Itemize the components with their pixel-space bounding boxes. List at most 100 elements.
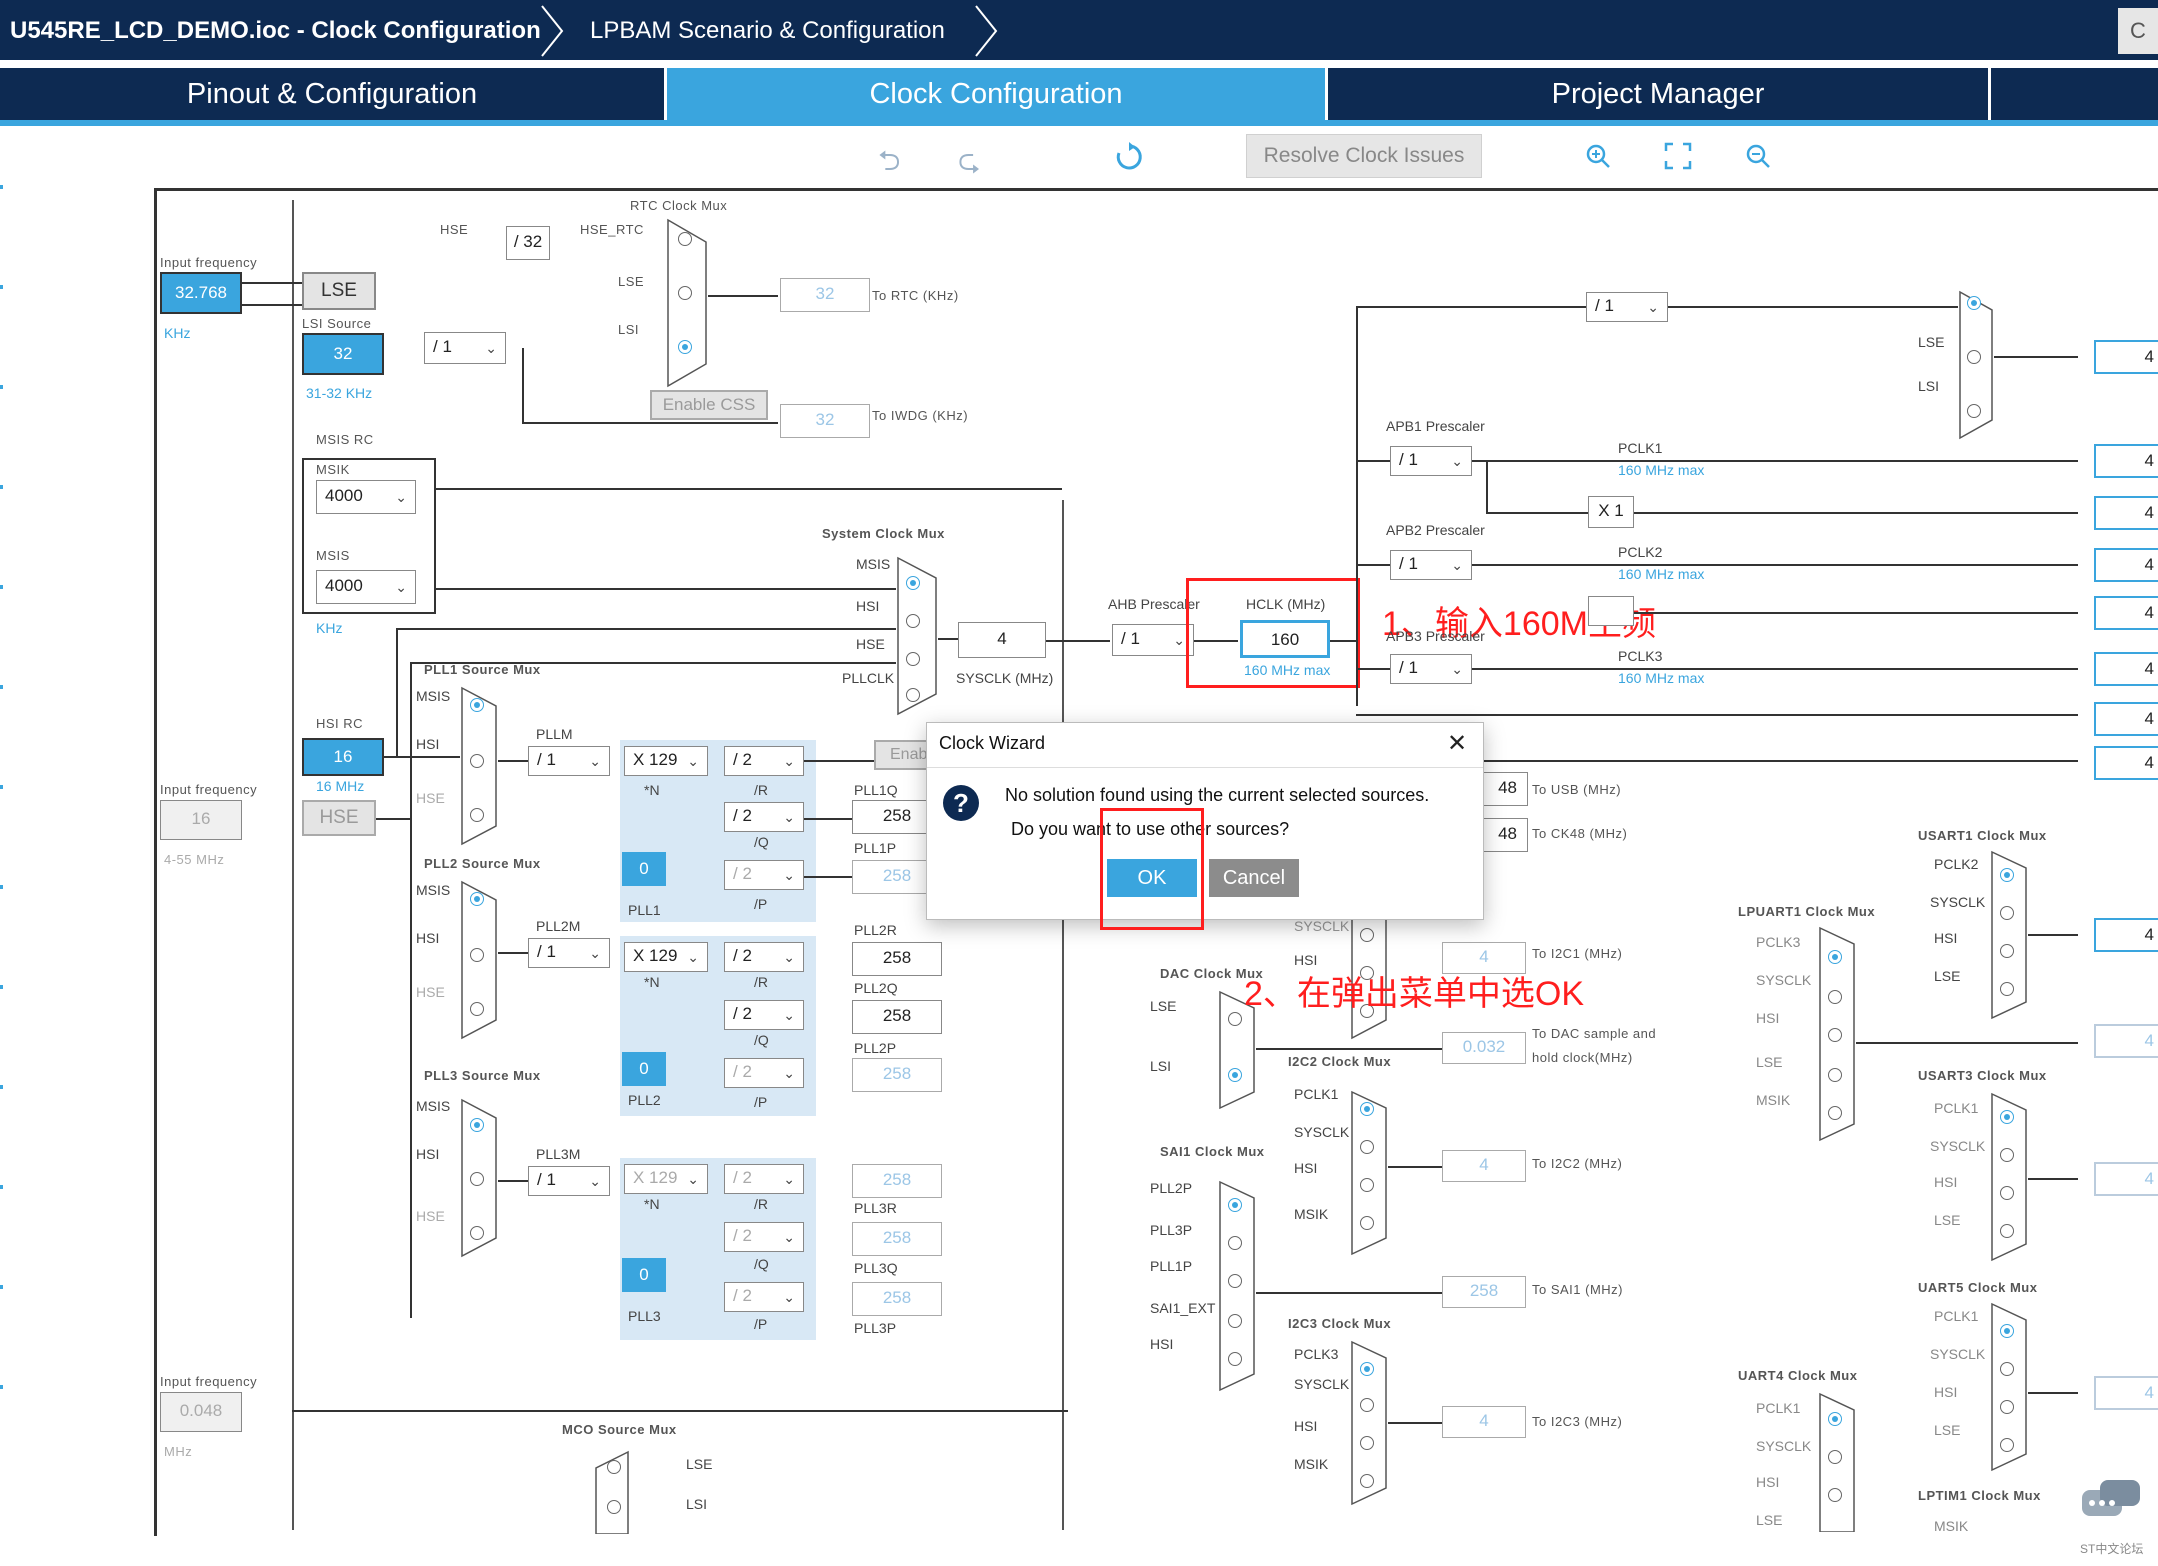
rtc-mux-option-hse[interactable]	[678, 232, 692, 246]
cancel-button[interactable]: Cancel	[1209, 859, 1299, 897]
i2c2-mux-option-sysclk[interactable]	[1360, 1140, 1374, 1154]
sai1-mux-option-pll1p[interactable]	[1228, 1274, 1242, 1288]
msis-select[interactable]: 4000 ⌄	[316, 570, 416, 604]
close-icon[interactable]: ✕	[1447, 729, 1467, 758]
pll3-mux-option-hsi[interactable]	[470, 1172, 484, 1186]
sai1-mux-option-hsi[interactable]	[1228, 1352, 1242, 1366]
sai1-mux-option-sai1-ext[interactable]	[1228, 1314, 1242, 1328]
tab-clock-configuration[interactable]: Clock Configuration	[667, 68, 1325, 120]
pll2-p-select[interactable]: / 2 ⌄	[724, 1058, 804, 1088]
tab-project-manager[interactable]: Project Manager	[1328, 68, 1988, 120]
enable-css-button[interactable]: Enable CSS	[650, 390, 768, 420]
pll1-fractional-input[interactable]: 0	[622, 852, 666, 886]
hse-button[interactable]: HSE	[302, 800, 376, 836]
mco-option-lsi[interactable]	[607, 1500, 621, 1514]
pll2m-select[interactable]: / 1 ⌄	[528, 938, 610, 968]
sysmux-option-pllclk[interactable]	[906, 688, 920, 702]
sysmux-option-hsi[interactable]	[906, 614, 920, 628]
zoom-out-icon[interactable]	[1744, 142, 1772, 170]
i2c1-mux-option-sysclk[interactable]	[1360, 928, 1374, 942]
lpuart1-mux-option-msik[interactable]	[1828, 1106, 1842, 1120]
rtc-mux-option-lse[interactable]	[678, 286, 692, 300]
breadcrumb-file[interactable]: U545RE_LCD_DEMO.ioc - Clock Configuratio…	[10, 8, 541, 54]
i2c2-mux-option-msik[interactable]	[1360, 1216, 1374, 1230]
redo-icon[interactable]: ⮎	[958, 140, 980, 188]
pll3-n-select[interactable]: X 129 ⌄	[624, 1164, 708, 1194]
uart5-mux-option-hsi[interactable]	[2000, 1400, 2014, 1414]
dac-mux-option-lse[interactable]	[1228, 1012, 1242, 1026]
uart5-mux-option-lse[interactable]	[2000, 1438, 2014, 1452]
pll3-mux-option-msis[interactable]	[470, 1118, 484, 1132]
top-divider-select[interactable]: / 1 ⌄	[1586, 292, 1668, 322]
refresh-icon[interactable]	[1114, 142, 1144, 172]
lse-frequency-input[interactable]: 32.768	[160, 272, 242, 314]
pll1-mux-option-msis[interactable]	[470, 698, 484, 712]
pll3-q-select[interactable]: / 2 ⌄	[724, 1222, 804, 1252]
usart3-mux-option-hsi[interactable]	[2000, 1186, 2014, 1200]
i2c3-mux-option-msik[interactable]	[1360, 1474, 1374, 1488]
hse-frequency-input[interactable]: 16	[160, 800, 242, 840]
pll2-n-select[interactable]: X 129 ⌄	[624, 942, 708, 972]
top-mux-option-lse[interactable]	[1967, 350, 1981, 364]
zoom-in-icon[interactable]	[1584, 142, 1612, 170]
i2c2-mux-option-pclk1[interactable]	[1360, 1102, 1374, 1116]
pll3-mux-option-hse[interactable]	[470, 1226, 484, 1240]
dac-mux-option-lsi[interactable]	[1228, 1068, 1242, 1082]
pll1-n-select[interactable]: X 129 ⌄	[624, 746, 708, 776]
rtc-mux-option-lsi[interactable]	[678, 340, 692, 354]
apb3-prescaler-select[interactable]: / 1 ⌄	[1390, 654, 1472, 684]
pll2-q-select[interactable]: / 2 ⌄	[724, 1000, 804, 1030]
pll1-mux-option-hsi[interactable]	[470, 754, 484, 768]
lpuart1-mux-option-hsi[interactable]	[1828, 1028, 1842, 1042]
ahb-prescaler-select[interactable]: / 1 ⌄	[1112, 624, 1194, 656]
lpuart1-mux-option-sysclk[interactable]	[1828, 990, 1842, 1004]
uart4-mux-option-sysclk[interactable]	[1828, 1450, 1842, 1464]
sysmux-option-msis[interactable]	[906, 576, 920, 590]
fit-icon[interactable]	[1664, 142, 1692, 170]
resolve-clock-issues-button[interactable]: Resolve Clock Issues	[1246, 134, 1482, 178]
sysmux-enable-stub[interactable]: Enab	[874, 740, 934, 770]
usart3-mux-option-sysclk[interactable]	[2000, 1148, 2014, 1162]
pll2-mux-option-msis[interactable]	[470, 892, 484, 906]
pll3-r-select[interactable]: / 2 ⌄	[724, 1164, 804, 1194]
i2c3-mux-option-sysclk[interactable]	[1360, 1398, 1374, 1412]
mco-option-lse[interactable]	[607, 1460, 621, 1474]
breadcrumb-right-stub[interactable]: C	[2118, 8, 2158, 54]
i2c3-mux-option-hsi[interactable]	[1360, 1436, 1374, 1450]
lpuart1-mux-option-pclk3[interactable]	[1828, 950, 1842, 964]
pll2-r-select[interactable]: / 2 ⌄	[724, 942, 804, 972]
pll3-p-select[interactable]: / 2 ⌄	[724, 1282, 804, 1312]
usart3-mux-option-lse[interactable]	[2000, 1224, 2014, 1238]
apb2-prescaler-select[interactable]: / 1 ⌄	[1390, 550, 1472, 580]
lpuart1-mux-option-lse[interactable]	[1828, 1068, 1842, 1082]
uart4-mux-option-pclk1[interactable]	[1828, 1412, 1842, 1426]
pll2-mux-option-hse[interactable]	[470, 1002, 484, 1016]
pll2-mux-option-hsi[interactable]	[470, 948, 484, 962]
uart5-mux-option-sysclk[interactable]	[2000, 1362, 2014, 1376]
sai1-mux-option-pll2p[interactable]	[1228, 1198, 1242, 1212]
tab-pinout-configuration[interactable]: Pinout & Configuration	[0, 68, 664, 120]
pll3-fractional-input[interactable]: 0	[622, 1258, 666, 1292]
i2c2-mux-option-hsi[interactable]	[1360, 1178, 1374, 1192]
usart3-mux-option-pclk1[interactable]	[2000, 1110, 2014, 1124]
pll1-mux-option-hse[interactable]	[470, 808, 484, 822]
apb1-prescaler-select[interactable]: / 1 ⌄	[1390, 446, 1472, 476]
pll3m-select[interactable]: / 1 ⌄	[528, 1166, 610, 1196]
uart5-mux-option-pclk1[interactable]	[2000, 1324, 2014, 1338]
lsi-divider-select[interactable]: / 1 ⌄	[424, 332, 506, 364]
lse-button[interactable]: LSE	[302, 272, 376, 310]
usart1-mux-option-sysclk[interactable]	[2000, 906, 2014, 920]
top-mux-option-lsi[interactable]	[1967, 404, 1981, 418]
sysmux-option-hse[interactable]	[906, 652, 920, 666]
pll2-fractional-input[interactable]: 0	[622, 1052, 666, 1086]
i2c3-mux-option-pclk3[interactable]	[1360, 1362, 1374, 1376]
undo-icon[interactable]: ⮌	[878, 140, 900, 188]
pll1-q-select[interactable]: / 2 ⌄	[724, 802, 804, 832]
pll1-p-select[interactable]: / 2 ⌄	[724, 860, 804, 890]
breadcrumb-scenario[interactable]: LPBAM Scenario & Configuration	[590, 8, 945, 54]
uart4-mux-option-hsi[interactable]	[1828, 1488, 1842, 1502]
hsi48-frequency-input[interactable]: 0.048	[160, 1392, 242, 1432]
pllm-select[interactable]: / 1 ⌄	[528, 746, 610, 776]
usart1-mux-option-lse[interactable]	[2000, 982, 2014, 996]
usart1-mux-option-pclk2[interactable]	[2000, 868, 2014, 882]
